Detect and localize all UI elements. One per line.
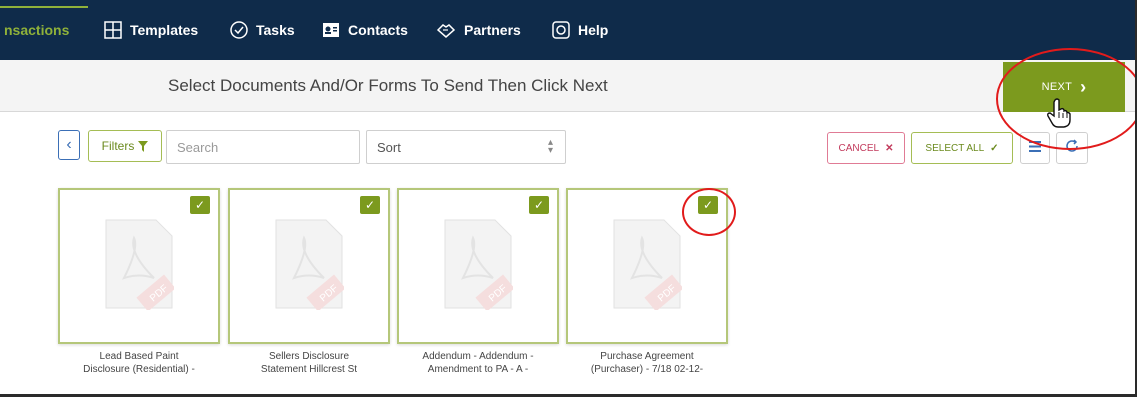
nav-partners-label: Partners [464,22,521,38]
app-window: nsactions Templates Tasks Contacts Partn [0,0,1137,397]
handshake-icon [436,21,456,39]
document-title: Lead Based Paint Disclosure (Residential… [58,350,220,376]
sort-select[interactable]: Sort ▴ ▾ [366,130,566,164]
nav-templates[interactable]: Templates [104,0,198,60]
grid-icon [104,21,122,39]
selected-checkbox[interactable]: ✓ [190,196,210,214]
select-all-button-label: SELECT ALL [925,142,985,154]
document-title-line: Disclosure (Residential) - [83,364,195,375]
sort-select-label: Sort [377,139,401,155]
document-card[interactable]: PDF ✓ [58,188,220,344]
document-title-line: Statement Hillcrest St [260,364,358,375]
nav-help-label: Help [578,22,609,38]
document-title: Purchase Agreement (Purchaser) - 7/18 02… [566,350,728,376]
top-nav: nsactions Templates Tasks Contacts Partn [0,0,1135,60]
page-title: Select Documents And/Or Forms To Send Th… [168,76,608,95]
nav-contacts-label: Contacts [348,22,408,38]
filters-button-label: Filters [101,139,135,153]
cancel-button[interactable]: CANCEL ✕ [827,132,905,164]
document-title-line: Addendum - Addendum - [422,351,534,362]
nav-tasks-label: Tasks [256,22,295,38]
contact-card-icon [322,21,340,39]
nav-contacts[interactable]: Contacts [322,0,408,60]
document-title-line: Lead Based Paint [99,351,179,362]
filter-funnel-icon [138,140,149,152]
close-icon: ✕ [885,142,894,154]
search-input[interactable] [166,130,360,164]
pdf-file-icon: PDF [612,218,684,315]
chevron-left-icon: ‹ [66,136,72,153]
pdf-file-icon: PDF [104,218,176,315]
checkmark-icon: ✓ [990,142,999,154]
nav-transactions[interactable]: nsactions [4,0,69,60]
nav-help[interactable]: Help [552,0,608,60]
nav-partners[interactable]: Partners [436,0,521,60]
nav-transactions-label: nsactions [4,22,70,38]
annotation-circle-checkbox [682,188,736,236]
selected-checkbox[interactable]: ✓ [529,196,549,214]
document-title: Sellers Disclosure Statement Hillcrest S… [228,350,390,376]
nav-templates-label: Templates [130,22,199,38]
document-card[interactable]: PDF ✓ [397,188,559,344]
check-circle-icon [230,21,248,39]
cancel-button-label: CANCEL [838,142,880,154]
filters-button[interactable]: Filters [88,130,162,162]
document-title: Addendum - Addendum - Amendment to PA - … [397,350,559,376]
sort-arrows-icon: ▴ ▾ [547,137,553,156]
nav-tasks[interactable]: Tasks [230,0,295,60]
page-header: Select Documents And/Or Forms To Send Th… [0,60,1135,112]
selected-checkbox[interactable]: ✓ [360,196,380,214]
pdf-file-icon: PDF [443,218,515,315]
document-title-line: Amendment to PA - A - [427,364,529,375]
document-title-line: Sellers Disclosure [268,351,350,362]
select-all-button[interactable]: SELECT ALL ✓ [911,132,1013,164]
lifebuoy-icon [552,21,570,39]
document-title-line: Purchase Agreement [600,351,694,362]
pdf-file-icon: PDF [274,218,346,315]
back-button[interactable]: ‹ [58,130,80,160]
document-card[interactable]: PDF ✓ [228,188,390,344]
document-title-line: (Purchaser) - 7/18 02-12- [590,364,704,375]
annotation-circle-next [996,48,1135,150]
